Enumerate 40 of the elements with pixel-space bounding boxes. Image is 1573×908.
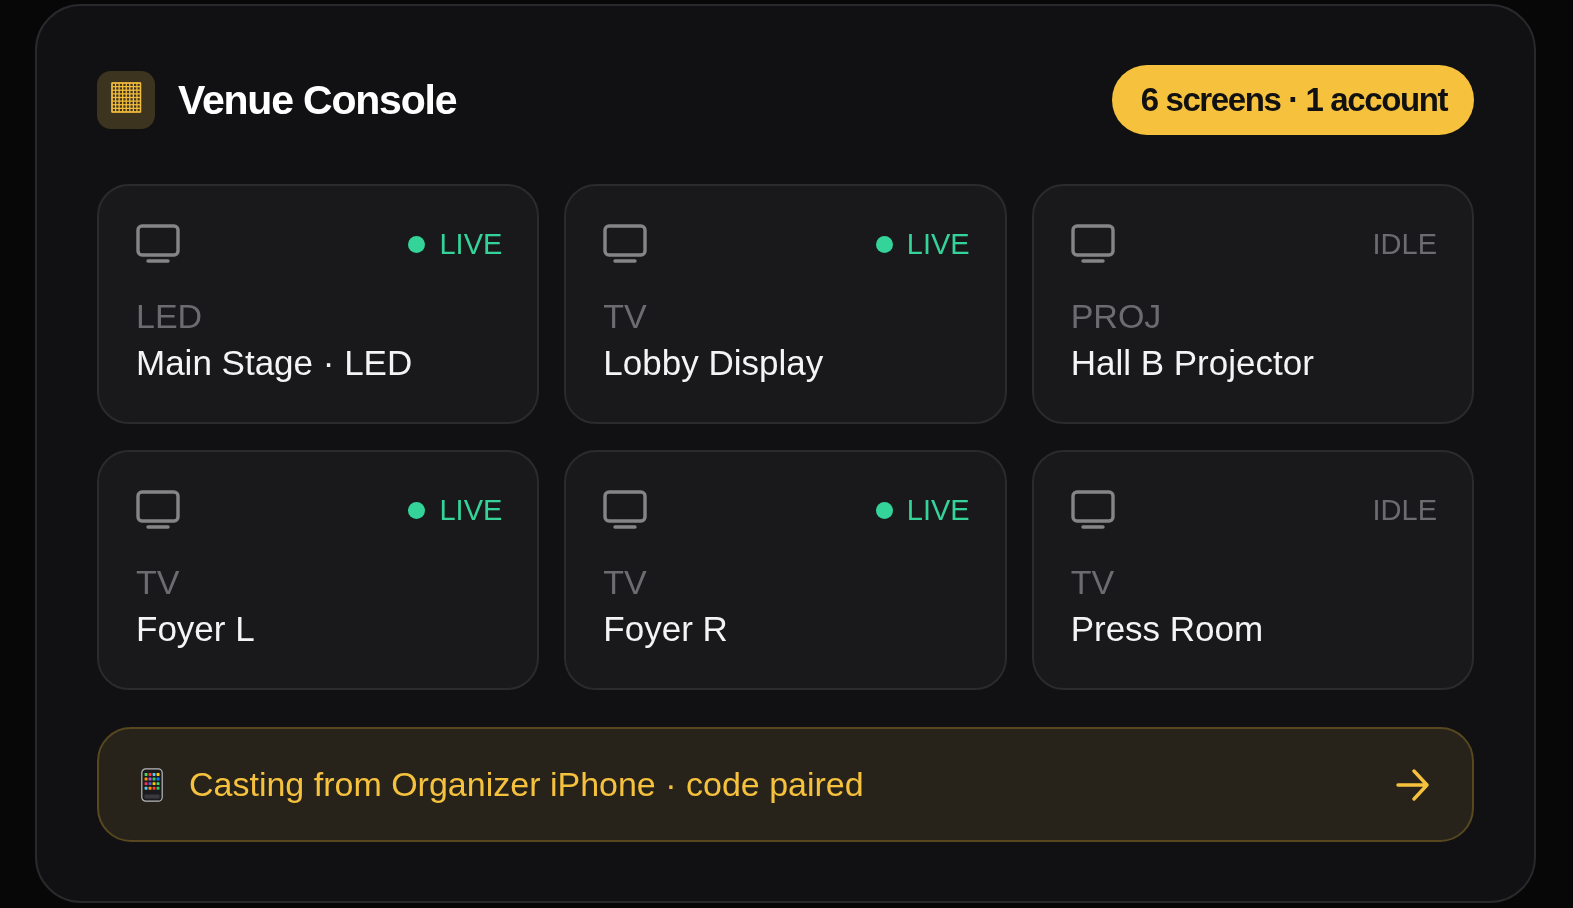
screen-type-label: TV: [136, 562, 181, 602]
arrow-right-icon: [1396, 768, 1430, 801]
status-dot-icon: [408, 501, 426, 519]
screen-type-label: PROJ: [1070, 296, 1163, 336]
status-label: LIVE: [439, 493, 503, 527]
screen-card[interactable]: LIVE TV Foyer L: [97, 450, 540, 690]
status-dot-icon: [408, 235, 426, 253]
screen-name: Foyer L: [136, 608, 256, 650]
monitor-icon: [603, 490, 648, 530]
status-label: LIVE: [906, 493, 970, 527]
screen-card[interactable]: LIVE TV Lobby Display: [564, 184, 1007, 424]
phone-icon: [141, 767, 163, 802]
status-label: LIVE: [906, 227, 970, 261]
screen-count-badge: 6 screens · 1 account: [1111, 65, 1474, 135]
monitor-icon: [1070, 224, 1115, 264]
app-title: Venue Console: [178, 76, 457, 124]
status-dot-icon: [875, 501, 893, 519]
screen-name: Press Room: [1070, 608, 1265, 650]
monitor-icon: [136, 224, 180, 264]
screen-name: Foyer R: [603, 608, 729, 650]
status-label: IDLE: [1372, 493, 1437, 527]
screen-type-label: LED: [136, 296, 204, 336]
screen-type-label: TV: [1070, 562, 1116, 602]
screen-type-label: TV: [603, 296, 648, 336]
status-label: LIVE: [439, 227, 503, 261]
screen-name: Lobby Display: [603, 342, 825, 384]
screen-card[interactable]: LIVE LED Main Stage · LED: [97, 184, 540, 424]
screen-name: Hall B Projector: [1070, 342, 1315, 384]
screen-name: Main Stage · LED: [136, 342, 414, 384]
casting-banner[interactable]: Casting from Organizer iPhone · code paired: [97, 727, 1474, 842]
screen-card[interactable]: LIVE TV Foyer R: [564, 450, 1007, 690]
grid-icon: [97, 71, 155, 129]
status-label: IDLE: [1372, 227, 1437, 261]
monitor-icon: [603, 224, 648, 264]
monitor-icon: [1070, 490, 1115, 530]
screen-card[interactable]: IDLE PROJ Hall B Projector: [1031, 184, 1474, 424]
monitor-icon: [136, 490, 180, 530]
status-dot-icon: [875, 235, 893, 253]
screen-card[interactable]: IDLE TV Press Room: [1031, 450, 1474, 690]
screen-type-label: TV: [603, 562, 648, 602]
